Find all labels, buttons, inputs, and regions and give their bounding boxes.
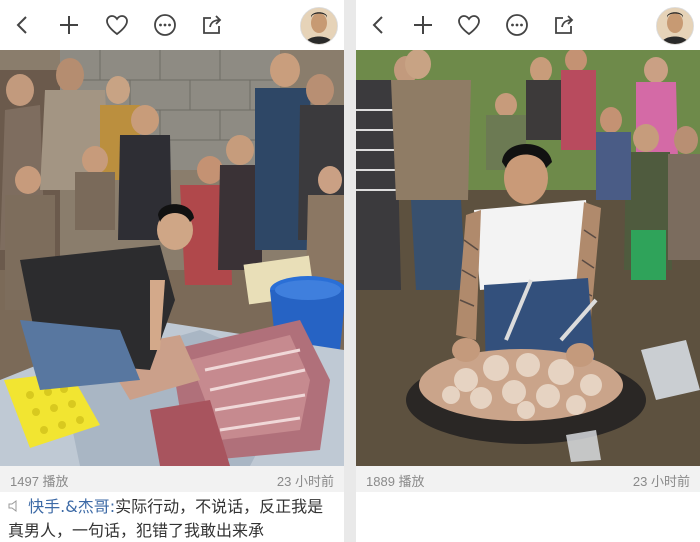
share-icon[interactable]	[549, 10, 579, 40]
play-count: 1889 播放	[366, 474, 425, 489]
post-time: 23 小时前	[276, 474, 334, 489]
chevron-left-icon[interactable]	[364, 10, 394, 40]
plus-icon[interactable]	[54, 10, 84, 40]
video-thumbnail[interactable]	[356, 50, 700, 466]
more-circle-icon[interactable]	[150, 10, 180, 40]
video-meta: 1497 播放 23 小时前	[0, 466, 344, 492]
chevron-left-icon[interactable]	[8, 10, 38, 40]
avatar[interactable]	[300, 7, 338, 45]
more-circle-icon[interactable]	[502, 10, 532, 40]
top-toolbar	[0, 0, 344, 50]
top-toolbar	[356, 0, 700, 50]
feed-card-right: 1889 播放 23 小时前	[356, 0, 700, 542]
video-thumbnail[interactable]	[0, 50, 344, 466]
speaker-icon[interactable]	[8, 500, 24, 516]
post-caption: 快手.&杰哥:实际行动，不说话，反正我是真男人，一句话，犯错了我敢出来承	[8, 496, 338, 542]
play-count: 1497 播放	[10, 474, 69, 489]
video-meta: 1889 播放 23 小时前	[356, 466, 700, 492]
heart-icon[interactable]	[102, 10, 132, 40]
heart-icon[interactable]	[454, 10, 484, 40]
post-time: 23 小时前	[632, 474, 690, 489]
plus-icon[interactable]	[408, 10, 438, 40]
share-icon[interactable]	[197, 10, 227, 40]
feed-card-left: 1497 播放 23 小时前 快手.&杰哥:实际行动，不说话，反正我是真男人，一…	[0, 0, 344, 542]
author-link[interactable]: 快手.&杰哥:	[28, 497, 115, 516]
avatar[interactable]	[656, 7, 694, 45]
